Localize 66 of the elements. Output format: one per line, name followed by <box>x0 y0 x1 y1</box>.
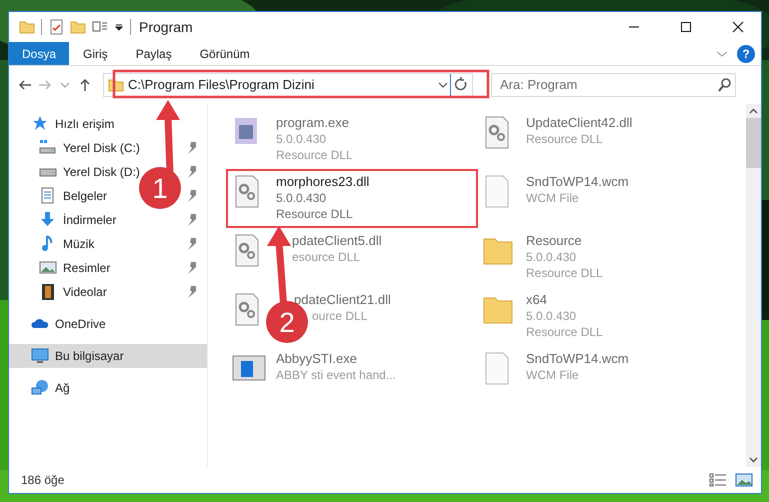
file-detail: Resource DLL <box>276 206 353 222</box>
pin-icon[interactable] <box>187 238 197 250</box>
expand-ribbon-icon[interactable] <box>715 48 729 58</box>
file-detail: WCM File <box>526 190 579 206</box>
file-name[interactable]: AbbyySTI.exe <box>276 351 357 367</box>
file-detail: ource DLL <box>312 308 368 324</box>
ribbon-tab[interactable]: Görünüm <box>186 42 264 65</box>
pin-icon[interactable] <box>187 190 197 202</box>
file-name[interactable]: UpdateClient42.dll <box>526 115 632 131</box>
help-button[interactable]: ? <box>737 44 755 62</box>
item-count: 186 öğe <box>21 472 66 489</box>
file-name[interactable]: SndToWP14.wcm <box>526 351 629 367</box>
pin-icon[interactable] <box>187 214 197 226</box>
file-detail: Resource DLL <box>526 324 603 340</box>
file-detail: 5.0.0.430 <box>526 249 576 265</box>
film-strip-icon <box>39 283 57 301</box>
file-name[interactable]: SndToWP14.wcm <box>526 174 629 190</box>
file-detail: WCM File <box>526 367 579 383</box>
file-name[interactable]: pdateClient5.dll <box>292 233 382 249</box>
sidebar-item[interactable]: Belgeler <box>63 187 108 205</box>
file-detail: ABBY sti event hand... <box>276 367 396 383</box>
customize-caret-icon[interactable] <box>114 22 124 32</box>
sidebar-item[interactable]: Resimler <box>63 259 110 277</box>
ribbon-tab[interactable]: Giriş <box>69 42 122 65</box>
pin-icon[interactable] <box>187 166 197 178</box>
file-detail: esource DLL <box>292 249 360 265</box>
sidebar-item[interactable]: Müzik <box>63 235 94 253</box>
file-name[interactable]: program.exe <box>276 115 349 131</box>
callout-badge: 1 <box>139 167 181 209</box>
sidebar-item[interactable]: Yerel Disk (D:) <box>63 163 140 181</box>
sidebar-item[interactable]: İndirmeler <box>63 211 116 229</box>
file-name[interactable]: x64 <box>526 292 547 308</box>
ribbon-tab[interactable]: Paylaş <box>122 42 186 65</box>
star-icon <box>31 115 49 133</box>
scrollbar-thumb[interactable] <box>746 118 761 168</box>
folder-icon[interactable] <box>70 19 86 35</box>
sidebar-item[interactable]: Videolar <box>63 283 107 301</box>
drive-icon <box>39 166 57 178</box>
file-detail: Resource DLL <box>276 147 353 163</box>
sidebar-item[interactable]: Ağ <box>55 379 70 397</box>
monitor-icon <box>31 347 49 365</box>
file-detail: Resource DLL <box>526 131 603 147</box>
window-title: Program <box>139 18 194 37</box>
pin-icon[interactable] <box>187 142 197 154</box>
sidebar-item[interactable]: Bu bilgisayar <box>9 344 207 368</box>
sidebar-item[interactable]: OneDrive <box>55 315 106 333</box>
network-globe-icon <box>31 379 49 397</box>
details-view-icon[interactable] <box>709 473 727 487</box>
search-box[interactable]: Ara: Program <box>491 73 736 97</box>
address-path[interactable]: C:\Program Files\Program Dizini <box>124 75 436 95</box>
maximize-icon[interactable] <box>680 21 692 33</box>
large-icons-view-icon[interactable] <box>735 473 753 487</box>
sidebar-item[interactable]: Yerel Disk (C:) <box>63 139 140 157</box>
sidebar-item[interactable]: Hızlı erişim <box>55 115 114 133</box>
pin-icon[interactable] <box>187 286 197 298</box>
address-bar[interactable]: C:\Program Files\Program Dizini <box>103 73 473 97</box>
checklist-icon[interactable] <box>48 19 64 35</box>
file-name[interactable]: Resource <box>526 233 582 249</box>
folder-icon[interactable] <box>19 19 35 35</box>
file-name[interactable]: morphores23.dll <box>276 174 370 190</box>
file-detail: 5.0.0.430 <box>276 131 326 147</box>
file-detail: 5.0.0.430 <box>526 308 576 324</box>
file-detail: Resource DLL <box>526 265 603 281</box>
close-icon[interactable] <box>732 21 744 33</box>
pin-icon[interactable] <box>187 262 197 274</box>
file-detail: 5.0.0.430 <box>276 190 326 206</box>
